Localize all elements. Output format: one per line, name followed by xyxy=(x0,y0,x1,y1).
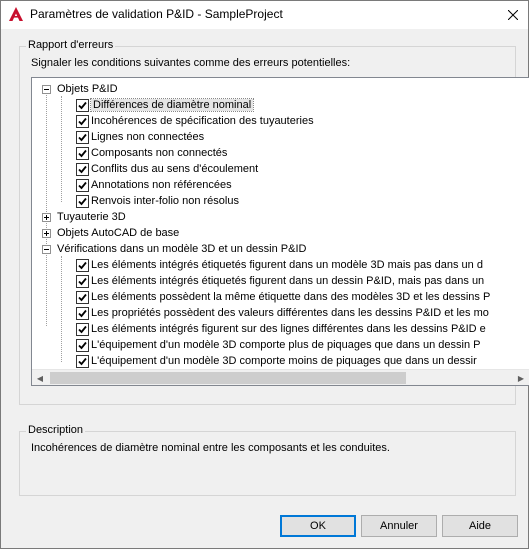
checkmark-icon xyxy=(78,101,87,109)
checkbox[interactable] xyxy=(76,306,89,320)
tree-item-label: Les éléments intégrés figurent sur des l… xyxy=(91,323,486,335)
checkbox[interactable] xyxy=(76,130,89,144)
checkbox[interactable] xyxy=(76,354,89,368)
tree-item-label: Différences de diamètre nominal xyxy=(89,98,255,112)
tree-item-label: Les éléments intégrés étiquetés figurent… xyxy=(91,259,483,271)
scroll-left-arrow-icon[interactable]: ◀ xyxy=(32,370,48,385)
cancel-button[interactable]: Annuler xyxy=(361,515,437,537)
tree-item-check[interactable]: Les éléments possèdent la même étiquette… xyxy=(76,289,490,305)
help-button[interactable]: Aide xyxy=(442,515,518,537)
tree-node-label: Objets AutoCAD de base xyxy=(57,227,180,239)
checkmark-icon xyxy=(78,341,87,349)
tree-item-check[interactable]: Les éléments intégrés étiquetés figurent… xyxy=(76,257,483,273)
tree-item-label: Composants non connectés xyxy=(91,147,228,159)
checkmark-icon xyxy=(78,293,87,301)
tree-connector xyxy=(61,256,62,362)
scroll-right-arrow-icon[interactable]: ▶ xyxy=(513,370,529,385)
tree-node-objets-autocad[interactable]: Objets AutoCAD de base xyxy=(42,225,179,241)
checkmark-icon xyxy=(78,357,87,365)
checkbox[interactable] xyxy=(76,114,89,128)
tree-node-objets-pid[interactable]: Objets P&ID xyxy=(42,81,118,97)
tree-item-check[interactable]: Différences de diamètre nominal xyxy=(76,97,255,113)
tree-item-label: Les propriétés possèdent des valeurs dif… xyxy=(91,307,489,319)
checkmark-icon xyxy=(78,133,87,141)
tree-node-verifications[interactable]: Vérifications dans un modèle 3D et un de… xyxy=(42,241,306,257)
checkbox[interactable] xyxy=(76,338,89,352)
checkmark-icon xyxy=(78,325,87,333)
tree-item-label: Lignes non connectées xyxy=(91,131,205,143)
checkmark-icon xyxy=(78,165,87,173)
tree-item-check[interactable]: L'équipement d'un modèle 3D comporte plu… xyxy=(76,337,480,353)
close-button[interactable] xyxy=(498,1,528,29)
checkbox[interactable] xyxy=(76,194,89,208)
ok-button[interactable]: OK xyxy=(280,515,356,537)
validation-settings-dialog: Paramètres de validation P&ID - SamplePr… xyxy=(0,0,529,549)
window-title: Paramètres de validation P&ID - SamplePr… xyxy=(30,7,283,21)
tree-node-label: Vérifications dans un modèle 3D et un de… xyxy=(57,243,307,255)
description-text: Incohérences de diamètre nominal entre l… xyxy=(31,442,390,454)
tree-connector xyxy=(61,96,62,202)
expand-icon[interactable] xyxy=(42,228,51,238)
title-bar: Paramètres de validation P&ID - SamplePr… xyxy=(1,1,528,29)
tree-node-label: Objets P&ID xyxy=(57,83,118,95)
checkmark-icon xyxy=(78,261,87,269)
tree-item-check[interactable]: Lignes non connectées xyxy=(76,129,204,145)
error-report-group-label: Rapport d'erreurs xyxy=(26,39,116,51)
tree-item-check[interactable]: Annotations non référencées xyxy=(76,177,232,193)
tree-item-check[interactable]: Les propriétés possèdent des valeurs dif… xyxy=(76,305,489,321)
tree-item-check[interactable]: Conflits dus au sens d'écoulement xyxy=(76,161,258,177)
checkbox[interactable] xyxy=(76,290,89,304)
tree-item-check[interactable]: Les éléments intégrés étiquetés figurent… xyxy=(76,273,484,289)
checkmark-icon xyxy=(78,181,87,189)
checkbox[interactable] xyxy=(76,98,89,112)
tree-item-label: Conflits dus au sens d'écoulement xyxy=(91,163,259,175)
close-icon xyxy=(508,10,518,20)
tree-item-check[interactable]: L'équipement d'un modèle 3D comporte moi… xyxy=(76,353,477,369)
checkmark-icon xyxy=(78,309,87,317)
autocad-app-icon xyxy=(9,7,23,21)
error-conditions-tree[interactable]: Objets P&ID Différences de diamètre nomi… xyxy=(31,77,529,386)
horizontal-scrollbar[interactable]: ◀ ▶ xyxy=(32,369,529,385)
checkmark-icon xyxy=(78,197,87,205)
description-group-label: Description xyxy=(26,424,86,436)
checkbox[interactable] xyxy=(76,274,89,288)
tree-viewport: Objets P&ID Différences de diamètre nomi… xyxy=(32,78,529,370)
tree-item-check[interactable]: Incohérences de spécification des tuyaut… xyxy=(76,113,314,129)
checkbox[interactable] xyxy=(76,178,89,192)
checkmark-icon xyxy=(78,117,87,125)
tree-item-label: Annotations non référencées xyxy=(91,179,232,191)
report-intro-text: Signaler les conditions suivantes comme … xyxy=(31,57,351,69)
tree-item-label: Renvois inter-folio non résolus xyxy=(91,195,239,207)
tree-item-label: Les éléments intégrés étiquetés figurent… xyxy=(91,275,485,287)
collapse-icon[interactable] xyxy=(42,244,51,254)
checkmark-icon xyxy=(78,149,87,157)
checkbox[interactable] xyxy=(76,146,89,160)
description-group: Description xyxy=(19,424,516,496)
checkbox[interactable] xyxy=(76,322,89,336)
checkbox[interactable] xyxy=(76,258,89,272)
scroll-thumb[interactable] xyxy=(50,372,406,384)
collapse-icon[interactable] xyxy=(42,84,51,94)
tree-node-label: Tuyauterie 3D xyxy=(57,211,126,223)
tree-item-check[interactable]: Composants non connectés xyxy=(76,145,227,161)
tree-node-tuyauterie-3d[interactable]: Tuyauterie 3D xyxy=(42,209,126,225)
tree-item-label: L'équipement d'un modèle 3D comporte moi… xyxy=(91,355,477,367)
tree-item-label: Incohérences de spécification des tuyaut… xyxy=(91,115,314,127)
checkbox[interactable] xyxy=(76,162,89,176)
tree-item-check[interactable]: Renvois inter-folio non résolus xyxy=(76,193,239,209)
tree-item-label: Les éléments possèdent la même étiquette… xyxy=(91,291,491,303)
tree-item-label: L'équipement d'un modèle 3D comporte plu… xyxy=(91,339,481,351)
tree-item-check[interactable]: Les éléments intégrés figurent sur des l… xyxy=(76,321,486,337)
checkmark-icon xyxy=(78,277,87,285)
expand-icon[interactable] xyxy=(42,212,51,222)
